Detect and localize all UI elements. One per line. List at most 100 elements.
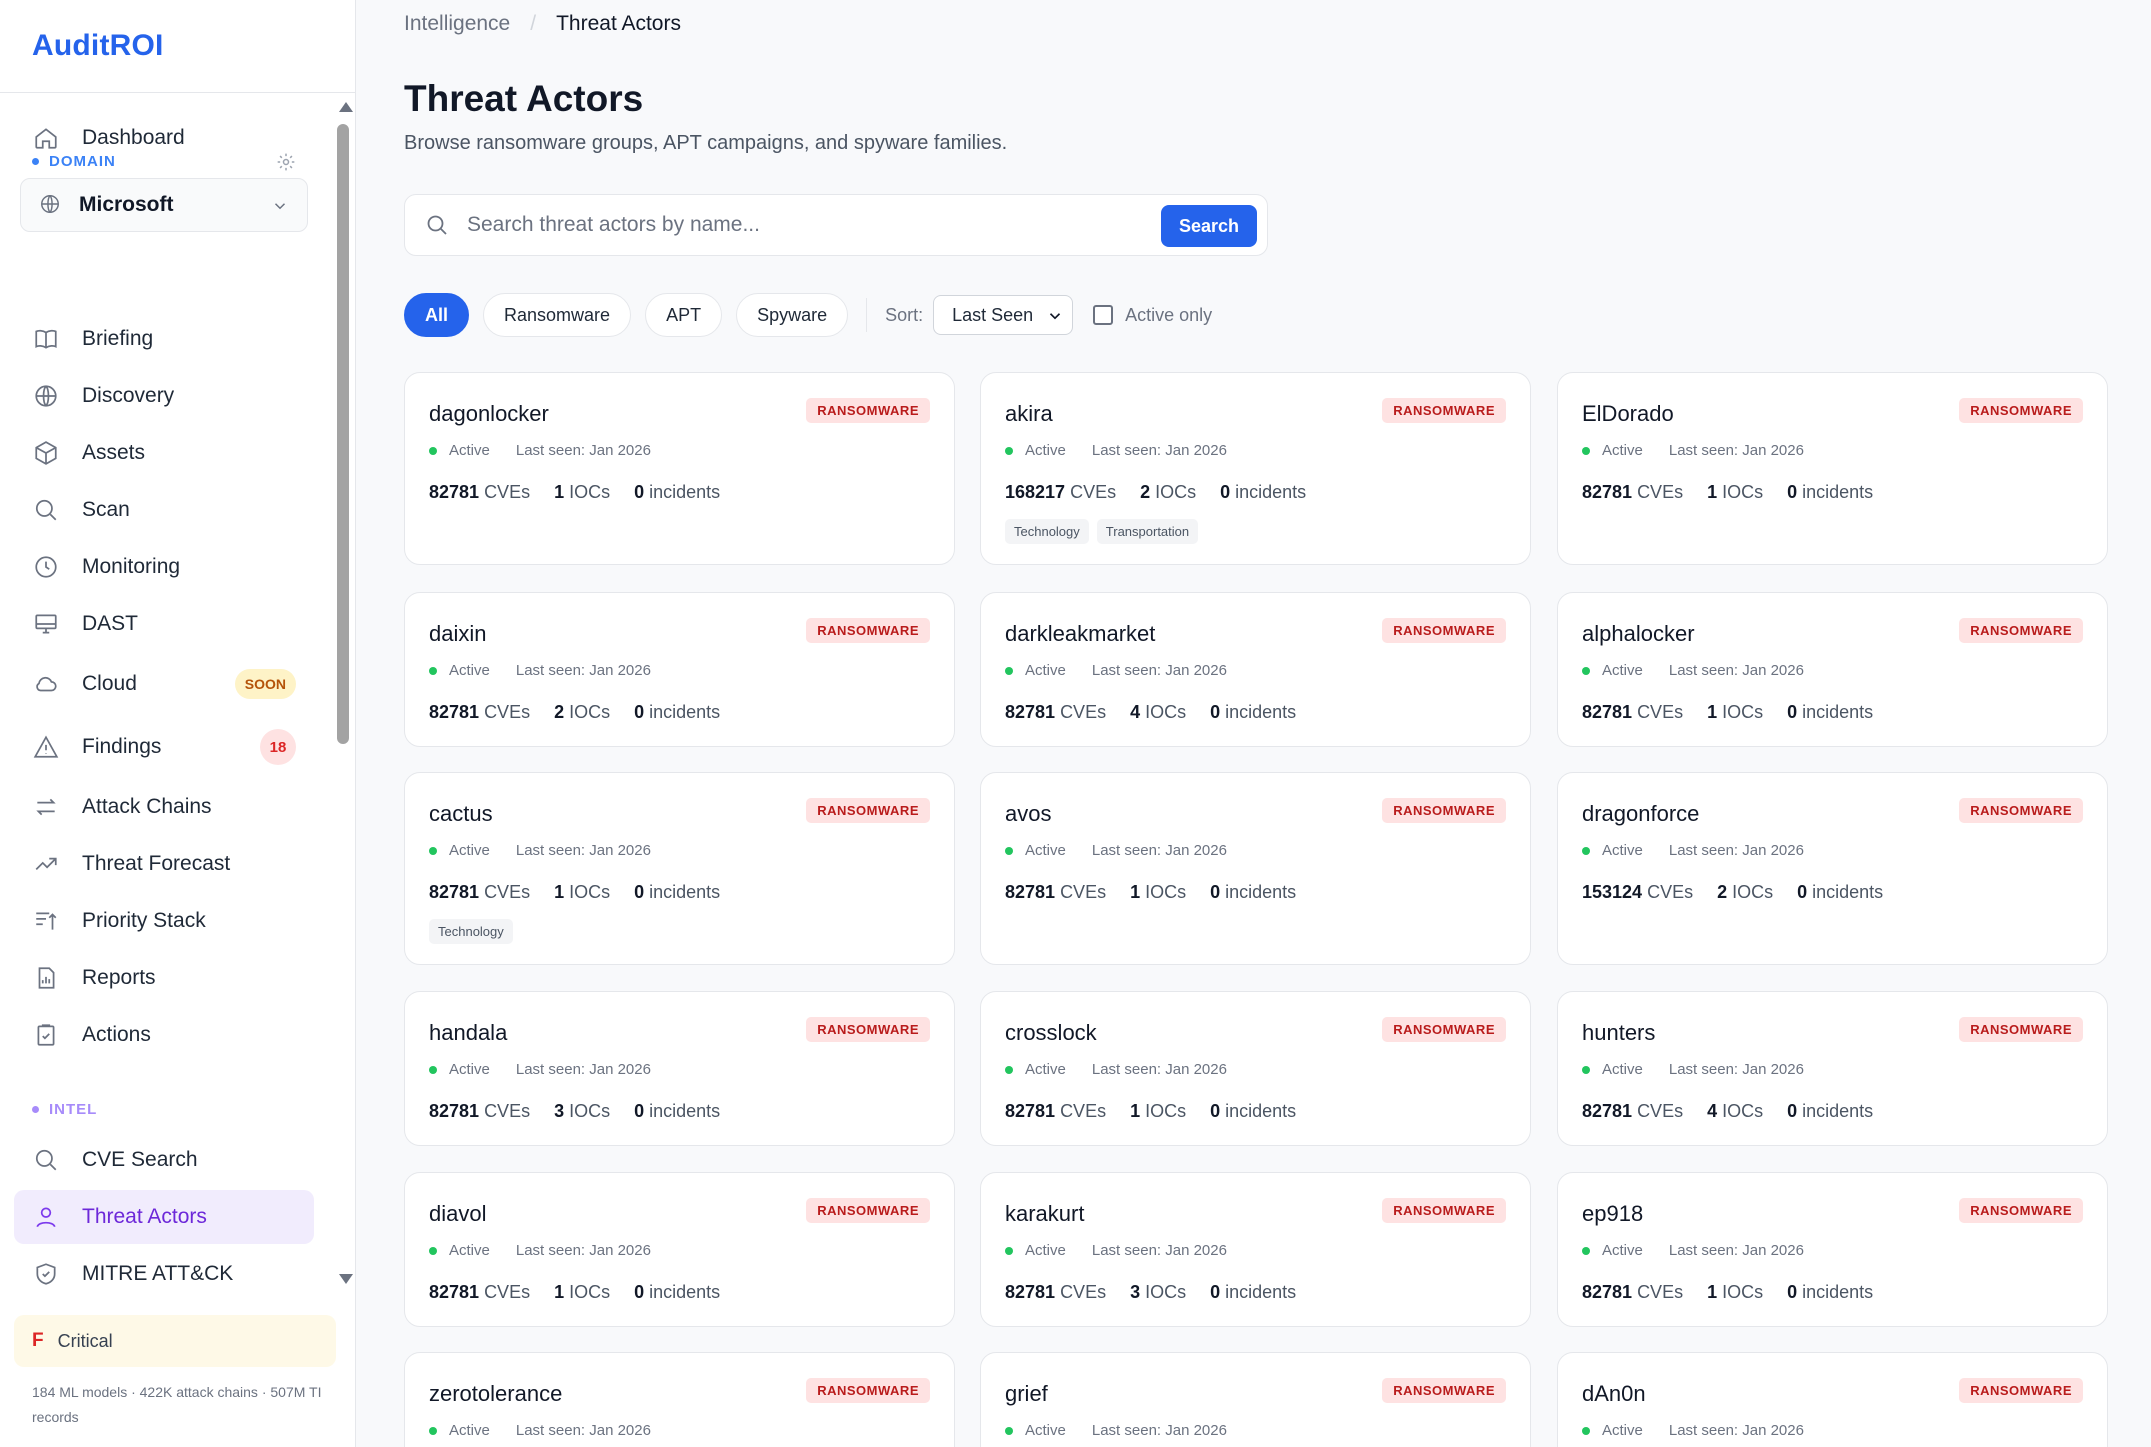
filter-pill-spyware[interactable]: Spyware [736, 293, 849, 337]
threat-actor-card[interactable]: avos RANSOMWARE Active Last seen: Jan 2026 8… [980, 772, 1531, 965]
actor-stats: 82781 CVEs 1 IOCs 0 incidents [1582, 702, 1897, 723]
threat-actor-card[interactable]: daixin RANSOMWARE Active Last seen: Jan 202… [404, 592, 955, 747]
actor-stats: 82781 CVEs 3 IOCs 0 incidents [429, 1101, 744, 1122]
sidebar-item-briefing[interactable]: Briefing [14, 312, 314, 366]
threat-actor-card[interactable]: alphalocker RANSOMWARE Active Last seen: Ja… [1557, 592, 2108, 747]
actor-type-badge: RANSOMWARE [1382, 1198, 1506, 1223]
actor-type-badge: RANSOMWARE [1382, 1378, 1506, 1403]
status-dot-icon [1005, 446, 1013, 455]
scrollbar-thumb[interactable] [337, 124, 349, 744]
actor-type-badge: RANSOMWARE [1382, 618, 1506, 643]
threat-actor-card[interactable]: cactus RANSOMWARE Active Last seen: Jan 202… [404, 772, 955, 965]
sidebar-item-discovery[interactable]: Discovery [14, 369, 314, 423]
last-seen: Last seen: Jan 2026 [515, 842, 651, 859]
sidebar-item-priority-stack[interactable]: Priority Stack [14, 894, 314, 948]
sidebar-item-threat-forecast[interactable]: Threat Forecast [14, 837, 314, 891]
actor-status: Active Last seen: Jan 2026 [1005, 442, 1227, 459]
status-dot-icon [429, 446, 437, 455]
breadcrumb-current: Threat Actors [556, 12, 681, 35]
threat-actor-card[interactable]: dagonlocker RANSOMWARE Active Last seen: Ja… [404, 372, 955, 565]
actor-status: Active Last seen: Jan 2026 [429, 1061, 651, 1078]
sidebar-item-label: Attack Chains [82, 795, 212, 818]
threat-actor-card[interactable]: zerotolerance RANSOMWARE Active Last seen: … [404, 1352, 955, 1447]
last-seen: Last seen: Jan 2026 [515, 1422, 651, 1439]
threat-actor-card[interactable]: grief RANSOMWARE Active Last seen: Jan 2026 [980, 1352, 1531, 1447]
search-icon [425, 213, 449, 237]
search-button[interactable]: Search [1160, 205, 1257, 247]
sidebar-item-findings[interactable]: Findings 18 [14, 720, 314, 774]
sidebar-item-actions[interactable]: Actions [14, 1008, 314, 1062]
ioc-count: 4 IOCs [1707, 1101, 1764, 1121]
incident-count: 0 incidents [634, 882, 721, 902]
threat-actor-card[interactable]: hunters RANSOMWARE Active Last seen: Jan 20… [1557, 991, 2108, 1146]
sort-select[interactable]: Last Seen [933, 295, 1074, 335]
active-only-checkbox[interactable] [1093, 305, 1114, 325]
actor-name: dragonforce [1582, 801, 1700, 826]
status-dot-icon [1582, 1065, 1590, 1074]
globe-icon [32, 382, 60, 410]
status-text: Active [1025, 842, 1066, 859]
sidebar-item-mitre-attack[interactable]: MITRE ATT&CK [14, 1247, 314, 1292]
incident-count: 0 incidents [1787, 1282, 1874, 1302]
cube-icon [32, 439, 60, 467]
actor-name: darkleakmarket [1005, 621, 1156, 646]
ioc-count: 3 IOCs [554, 1101, 611, 1121]
gear-icon[interactable] [276, 152, 298, 174]
scroll-up-arrow-icon[interactable] [339, 102, 353, 112]
search-input[interactable] [467, 213, 1157, 237]
ioc-count: 1 IOCs [554, 882, 611, 902]
sidebar-item-label: Reports [82, 966, 156, 989]
last-seen: Last seen: Jan 2026 [1668, 842, 1804, 859]
last-seen: Last seen: Jan 2026 [1668, 1242, 1804, 1259]
sidebar-item-threat-actors[interactable]: Threat Actors [14, 1190, 314, 1244]
ioc-count: 1 IOCs [1707, 702, 1764, 722]
last-seen: Last seen: Jan 2026 [1091, 1422, 1227, 1439]
platform-stats: 184 ML models · 422K attack chains · 507… [32, 1384, 322, 1425]
ioc-count: 1 IOCs [1707, 482, 1764, 502]
threat-actor-card[interactable]: dAn0n RANSOMWARE Active Last seen: Jan 2026 [1557, 1352, 2108, 1447]
filter-pill-apt[interactable]: APT [645, 293, 723, 337]
filter-pill-ransomware[interactable]: Ransomware [483, 293, 632, 337]
incident-count: 0 incidents [1210, 882, 1297, 902]
cve-count: 82781 CVEs [1582, 1101, 1684, 1121]
sidebar-item-cve-search[interactable]: CVE Search [14, 1133, 314, 1187]
scroll-down-arrow-icon[interactable] [339, 1274, 353, 1284]
threat-actor-card[interactable]: handala RANSOMWARE Active Last seen: Jan 20… [404, 991, 955, 1146]
threat-actor-card[interactable]: crosslock RANSOMWARE Active Last seen: Jan … [980, 991, 1531, 1146]
search-icon [32, 1146, 60, 1174]
sidebar-item-reports[interactable]: Reports [14, 951, 314, 1005]
actor-type-badge: RANSOMWARE [1959, 798, 2083, 823]
threat-actor-card[interactable]: ElDorado RANSOMWARE Active Last seen: Jan 2… [1557, 372, 2108, 565]
filter-pill-all[interactable]: All [404, 293, 470, 337]
threat-actor-card[interactable]: ep918 RANSOMWARE Active Last seen: Jan 2026… [1557, 1172, 2108, 1327]
threat-actor-card[interactable]: darkleakmarket RANSOMWARE Active Last seen:… [980, 592, 1531, 747]
cve-count: 82781 CVEs [1005, 702, 1107, 722]
incident-count: 0 incidents [634, 702, 721, 722]
actor-type-badge: RANSOMWARE [806, 618, 930, 643]
brand-header: AuditROI [0, 0, 355, 93]
actor-status: Active Last seen: Jan 2026 [429, 1422, 651, 1439]
threat-actor-card[interactable]: akira RANSOMWARE Active Last seen: Jan 2026… [980, 372, 1531, 565]
sidebar-item-attack-chains[interactable]: Attack Chains [14, 780, 314, 834]
ioc-count: 1 IOCs [1130, 1101, 1187, 1121]
threat-actor-card[interactable]: karakurt RANSOMWARE Active Last seen: Jan 2… [980, 1172, 1531, 1327]
domain-select[interactable]: Microsoft [20, 178, 308, 232]
cve-count: 82781 CVEs [1005, 882, 1107, 902]
threat-actor-card[interactable]: dragonforce RANSOMWARE Active Last seen: Ja… [1557, 772, 2108, 965]
actor-type-badge: RANSOMWARE [806, 1378, 930, 1403]
active-only-label[interactable]: Active only [1125, 305, 1212, 326]
incident-count: 0 incidents [1797, 882, 1884, 902]
brand-logo[interactable]: AuditROI [32, 29, 164, 63]
sidebar-item-monitoring[interactable]: Monitoring [14, 540, 314, 594]
sidebar-item-cloud[interactable]: Cloud SOON [14, 657, 314, 711]
threat-actor-card[interactable]: diavol RANSOMWARE Active Last seen: Jan 202… [404, 1172, 955, 1327]
cve-count: 82781 CVEs [429, 482, 531, 502]
sidebar-item-dast[interactable]: DAST [14, 597, 314, 651]
breadcrumb-parent[interactable]: Intelligence [404, 12, 510, 36]
sidebar-item-scan[interactable]: Scan [14, 483, 314, 537]
sidebar-scrollbar[interactable] [334, 94, 356, 1292]
risk-grade-box[interactable]: F Critical [14, 1315, 336, 1367]
sort-priority-icon [32, 907, 60, 935]
sidebar-item-assets[interactable]: Assets [14, 426, 314, 480]
actor-status: Active Last seen: Jan 2026 [1005, 1061, 1227, 1078]
